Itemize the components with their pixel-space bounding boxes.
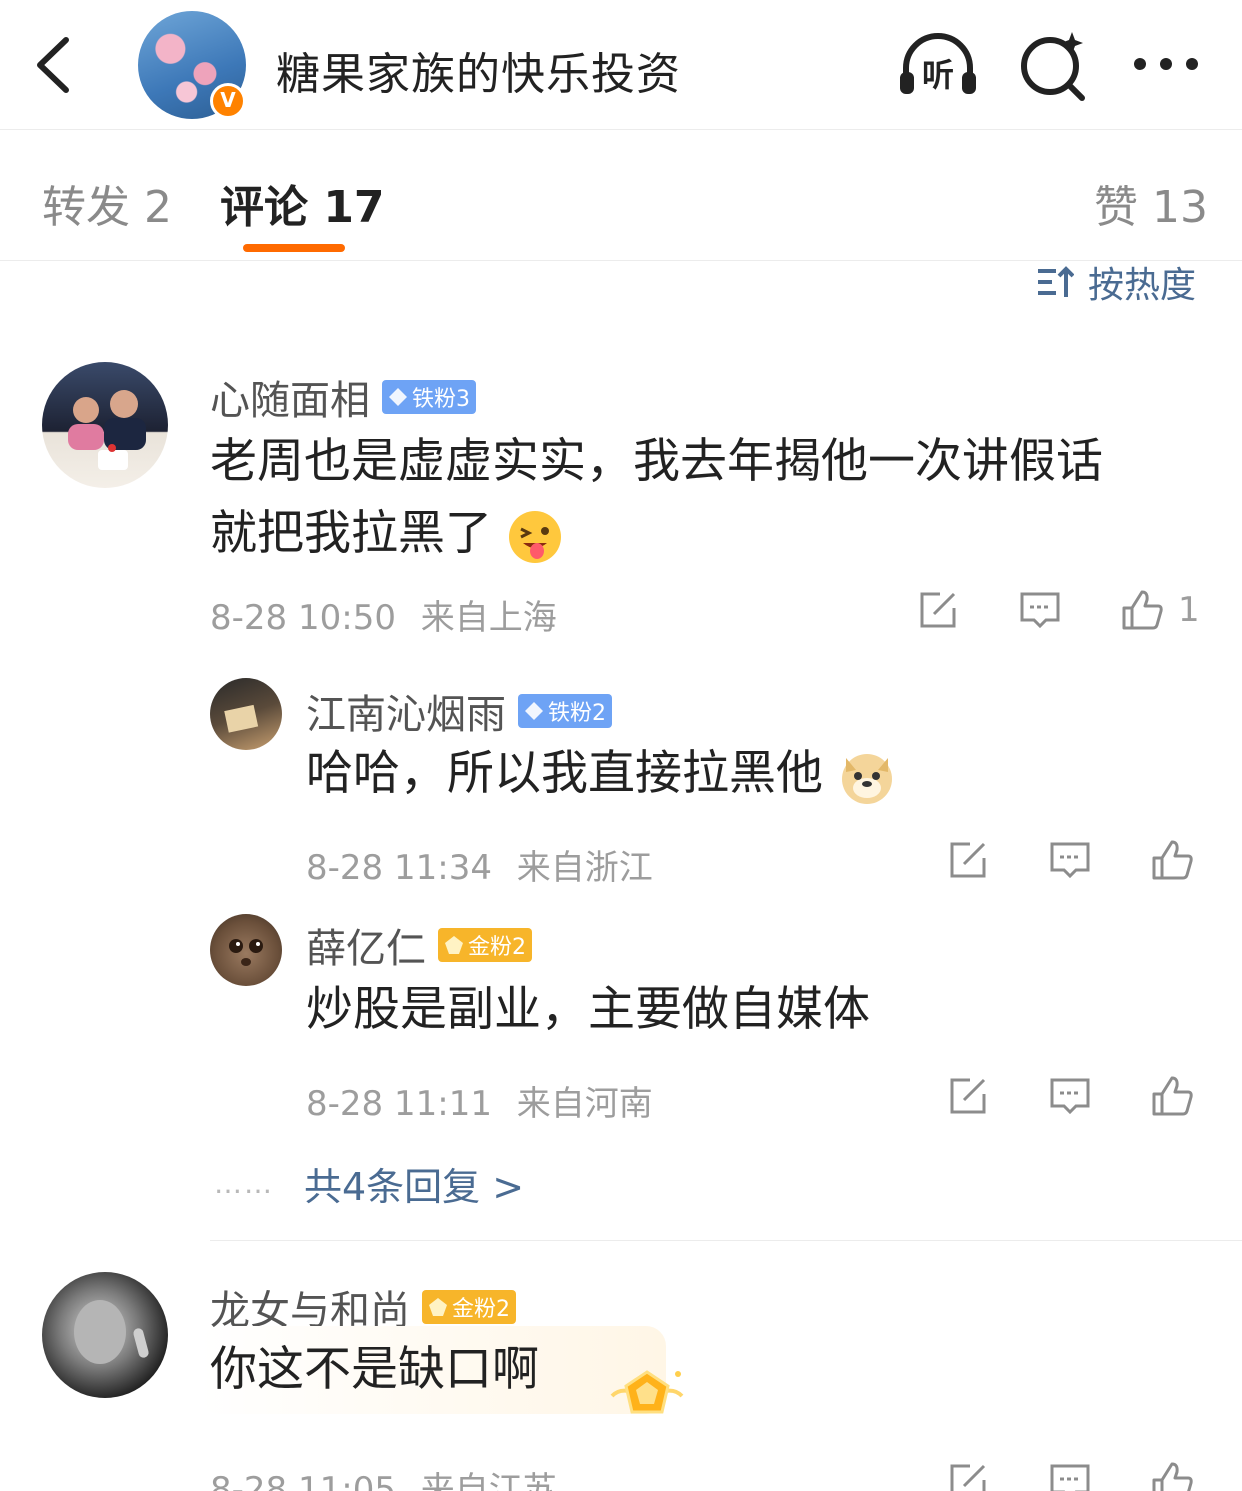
badge-label: 铁粉2 bbox=[548, 701, 606, 726]
like-icon[interactable] bbox=[1150, 1074, 1194, 1118]
comment-time: 8-28 10:50 bbox=[210, 598, 396, 638]
reply-location: 来自浙江 bbox=[516, 848, 653, 888]
comment-avatar[interactable] bbox=[42, 1272, 168, 1398]
comment-text-line-2: 就把我拉黑了 bbox=[210, 498, 1210, 570]
reply-time: 8-28 11:11 bbox=[306, 1084, 492, 1124]
avatar-photo-icon bbox=[229, 939, 263, 966]
comment-text-segment: 就把我拉黑了 bbox=[210, 506, 492, 561]
share-icon[interactable] bbox=[916, 588, 960, 632]
comment-text-line: 老周也是虚虚实实，我去年揭他一次讲假话 bbox=[210, 434, 1103, 489]
comment-text: 你这不是缺口啊 bbox=[210, 1342, 539, 1397]
gold-gem-icon bbox=[445, 936, 463, 954]
reply-text-segment: 哈哈，所以我直接拉黑他 bbox=[306, 746, 823, 801]
reply-text: 哈哈，所以我直接拉黑他 bbox=[306, 738, 896, 810]
reply-time: 8-28 11:34 bbox=[306, 848, 492, 888]
avatar-photo-icon bbox=[224, 704, 259, 733]
like-icon[interactable] bbox=[1150, 1460, 1194, 1491]
top-nav-bar: V 糖果家族的快乐投资 听 bbox=[0, 0, 1242, 130]
badge-label: 金粉2 bbox=[452, 1297, 510, 1322]
reply-header: 江南沁烟雨 铁粉2 bbox=[306, 682, 612, 740]
diamond-icon bbox=[389, 388, 407, 406]
listen-icon[interactable]: 听 bbox=[896, 28, 980, 102]
doge-emoji-icon bbox=[841, 753, 892, 804]
tab-bar: 转发 2 评论 17 赞 13 bbox=[0, 131, 1242, 261]
badge-label: 铁粉3 bbox=[412, 387, 470, 412]
comment-meta: 8-28 10:50 来自上海 bbox=[210, 590, 557, 639]
comment-meta: 8-28 11:05 来自江苏 bbox=[210, 1462, 557, 1491]
page-title[interactable]: 糖果家族的快乐投资 bbox=[276, 38, 681, 102]
comment-avatar[interactable] bbox=[42, 362, 168, 488]
fan-badge[interactable]: 铁粉3 bbox=[382, 380, 476, 414]
reply-text: 炒股是副业，主要做自媒体 bbox=[306, 982, 870, 1037]
fan-badge[interactable]: 金粉2 bbox=[438, 928, 532, 962]
gold-gem-icon bbox=[429, 1298, 447, 1316]
comment-location: 来自江苏 bbox=[420, 1470, 557, 1491]
tab-comments[interactable]: 评论 17 bbox=[220, 171, 385, 235]
reply-meta: 8-28 11:11 来自河南 bbox=[306, 1076, 653, 1125]
sort-label: 按热度 bbox=[1088, 265, 1197, 306]
reply-actions bbox=[946, 1074, 1194, 1118]
reply-icon[interactable] bbox=[1048, 838, 1092, 882]
reply-icon[interactable] bbox=[1018, 588, 1062, 632]
badge-label: 金粉2 bbox=[468, 935, 526, 960]
search-icon[interactable] bbox=[1014, 28, 1098, 102]
comment-header: 心随面相 铁粉3 bbox=[210, 368, 476, 426]
share-icon[interactable] bbox=[946, 1460, 990, 1491]
comment-divider bbox=[210, 1240, 1242, 1241]
ellipsis-icon: …… bbox=[214, 1167, 274, 1200]
reply-actions bbox=[946, 838, 1194, 882]
tab-reposts[interactable]: 转发 2 bbox=[42, 171, 172, 235]
sort-icon bbox=[1038, 266, 1074, 297]
verified-badge: V bbox=[210, 83, 246, 119]
back-icon[interactable] bbox=[28, 30, 84, 100]
like-icon[interactable] bbox=[1150, 838, 1194, 882]
more-replies-row: …… 共4条回复 > bbox=[214, 1156, 524, 1211]
like-count: 1 bbox=[1178, 590, 1200, 630]
reply-location: 来自河南 bbox=[516, 1084, 653, 1124]
tongue-out-emoji-icon bbox=[508, 510, 561, 563]
reply-icon[interactable] bbox=[1048, 1074, 1092, 1118]
comment-actions bbox=[946, 1460, 1194, 1491]
reply-avatar[interactable] bbox=[210, 678, 282, 750]
view-all-replies-link[interactable]: 共4条回复 > bbox=[304, 1156, 524, 1211]
sort-toggle[interactable]: 按热度 bbox=[1036, 262, 1196, 306]
fan-badge[interactable]: 铁粉2 bbox=[518, 694, 612, 728]
reply-avatar[interactable] bbox=[210, 914, 282, 986]
share-icon[interactable] bbox=[946, 1074, 990, 1118]
comment-location: 来自上海 bbox=[420, 598, 557, 638]
gold-fan-decoration-icon bbox=[610, 1370, 684, 1414]
tab-likes[interactable]: 赞 13 bbox=[1094, 171, 1208, 235]
username[interactable]: 薛亿仁 bbox=[306, 916, 426, 974]
reply-icon[interactable] bbox=[1048, 1460, 1092, 1491]
diamond-icon bbox=[525, 702, 543, 720]
avatar-photo-icon bbox=[74, 1300, 149, 1364]
like-icon[interactable] bbox=[1120, 588, 1164, 632]
comment-actions: 1 bbox=[916, 588, 1200, 632]
comment-time: 8-28 11:05 bbox=[210, 1470, 396, 1491]
reply-meta: 8-28 11:34 来自浙江 bbox=[306, 840, 653, 889]
username[interactable]: 心随面相 bbox=[210, 368, 370, 426]
listen-label: 听 bbox=[922, 56, 954, 94]
fan-badge[interactable]: 金粉2 bbox=[422, 1290, 516, 1324]
share-icon[interactable] bbox=[946, 838, 990, 882]
reply-header: 薛亿仁 金粉2 bbox=[306, 916, 532, 974]
more-icon[interactable] bbox=[1126, 28, 1210, 102]
username[interactable]: 江南沁烟雨 bbox=[306, 682, 506, 740]
active-tab-indicator bbox=[243, 244, 345, 252]
comment-text: 老周也是虚虚实实，我去年揭他一次讲假话 就把我拉黑了 bbox=[210, 426, 1210, 570]
avatar-photo-icon bbox=[68, 390, 146, 470]
